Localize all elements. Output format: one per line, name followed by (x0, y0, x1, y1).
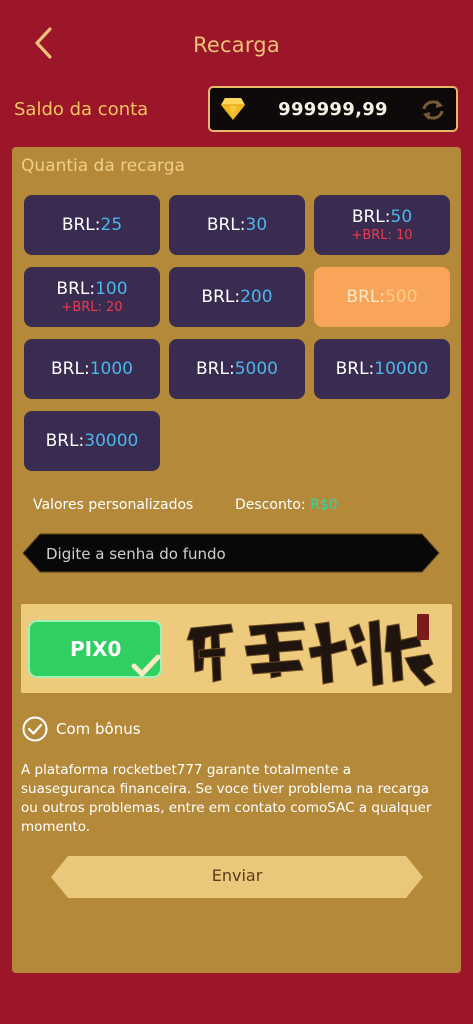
amount-text: BRL:50 (352, 207, 412, 227)
checkmark-icon (131, 654, 161, 677)
password-field-wrapper (22, 533, 440, 575)
amount-currency: BRL: (56, 279, 96, 299)
security-notice: A plataforma rocketbet777 garante totalm… (21, 762, 432, 835)
submit-button[interactable]: Enviar (50, 855, 424, 899)
amount-value: 30 (245, 215, 268, 235)
discount-text: Desconto: (235, 497, 306, 513)
amount-option-10000[interactable]: BRL:10000 (314, 339, 450, 399)
header: Recarga (0, 0, 473, 92)
payment-banner: PIX0 (21, 604, 452, 693)
amount-currency: BRL: (335, 359, 375, 379)
amount-option-50[interactable]: BRL:50 +BRL: 10 (314, 195, 450, 255)
amount-option-5000[interactable]: BRL:5000 (169, 339, 305, 399)
amount-text: BRL:500 (346, 287, 417, 307)
amount-currency: BRL: (45, 431, 85, 451)
amount-currency: BRL: (346, 287, 386, 307)
amount-value: 50 (390, 207, 413, 227)
amount-value: 25 (100, 215, 123, 235)
amount-value: 30000 (84, 431, 139, 451)
amount-text: BRL:1000 (51, 359, 133, 379)
balance-box: 999999,99 (208, 86, 458, 132)
page-title: Recarga (193, 33, 280, 57)
recharge-panel: Quantia da recarga BRL:25 BRL:30 BRL:50 +BR… (12, 147, 461, 973)
discount-value: R$0 (310, 497, 338, 513)
refresh-icon[interactable] (420, 98, 446, 122)
bonus-label: Com bônus (56, 720, 141, 738)
bonus-checkbox[interactable]: Com bônus (22, 714, 141, 744)
balance-label: Saldo da conta (14, 99, 149, 120)
pix-payment-option[interactable]: PIX0 (28, 620, 162, 678)
amount-text: BRL:100 (56, 279, 127, 299)
amount-value: 100 (95, 279, 128, 299)
amount-option-100[interactable]: BRL:100 +BRL: 20 (24, 267, 160, 327)
amount-value: 200 (240, 287, 273, 307)
amount-value: 10000 (374, 359, 429, 379)
amount-currency: BRL: (61, 215, 101, 235)
submit-label: Enviar (211, 866, 263, 885)
check-circle-icon (22, 716, 48, 742)
amount-currency: BRL: (201, 287, 241, 307)
amount-option-25[interactable]: BRL:25 (24, 195, 160, 255)
discount-label: Desconto: R$0 (235, 497, 338, 513)
amount-currency: BRL: (51, 359, 90, 379)
amount-text: BRL:200 (201, 287, 272, 307)
pix-label: PIX0 (70, 637, 122, 661)
recharge-title: Quantia da recarga (21, 156, 185, 176)
amount-bonus: +BRL: 20 (61, 300, 123, 315)
amount-bonus: +BRL: 10 (351, 228, 413, 243)
amount-option-200[interactable]: BRL:200 (169, 267, 305, 327)
amount-text: BRL:25 (62, 215, 122, 235)
amount-value: 1000 (89, 359, 133, 379)
amount-option-1000[interactable]: BRL:1000 (24, 339, 160, 399)
amount-currency: BRL: (196, 359, 235, 379)
amount-option-30000[interactable]: BRL:30000 (24, 411, 160, 471)
amount-text: BRL:10000 (336, 359, 429, 379)
brand-logo (186, 614, 436, 687)
amount-option-30[interactable]: BRL:30 (169, 195, 305, 255)
amount-value: 500 (385, 287, 418, 307)
amount-text: BRL:30 (207, 215, 267, 235)
fund-password-input[interactable] (44, 533, 418, 575)
amount-value: 5000 (234, 359, 278, 379)
amount-text: BRL:30000 (46, 431, 139, 451)
amount-text: BRL:5000 (196, 359, 278, 379)
amount-currency: BRL: (351, 207, 391, 227)
amount-currency: BRL: (206, 215, 246, 235)
custom-amount-label: Valores personalizados (33, 497, 194, 513)
amount-option-500[interactable]: BRL:500 (314, 267, 450, 327)
